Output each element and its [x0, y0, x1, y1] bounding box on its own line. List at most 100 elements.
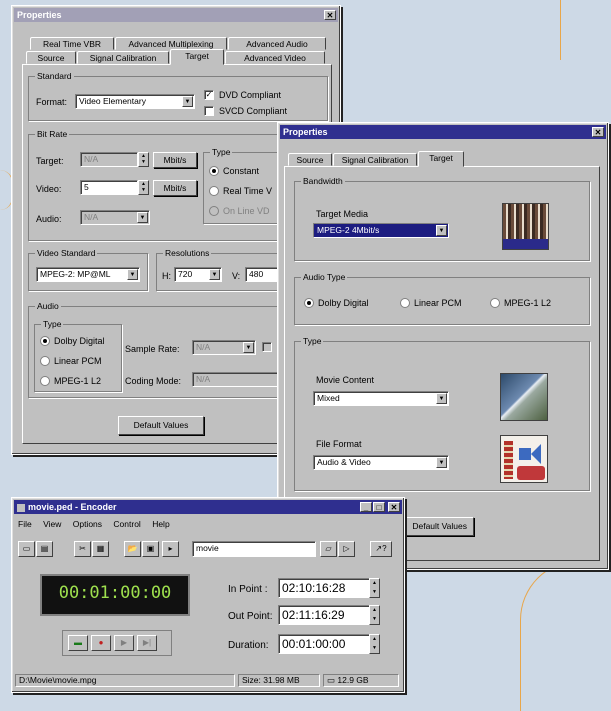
- window-title: Properties: [283, 127, 328, 137]
- chevron-down-icon[interactable]: ▼: [436, 457, 447, 468]
- movie-content-select[interactable]: Mixed ▼: [313, 391, 449, 406]
- chevron-down-icon[interactable]: ▼: [436, 225, 447, 236]
- stop-icon[interactable]: ▬: [68, 635, 88, 651]
- window-title: Properties: [17, 10, 62, 20]
- browse-icon[interactable]: ▱: [320, 541, 337, 557]
- duration-field[interactable]: 00:01:00:00: [278, 634, 370, 654]
- minimize-button[interactable]: _: [360, 502, 372, 512]
- duration-spinner[interactable]: ▲ ▼: [369, 634, 380, 654]
- film-strip-icon: [502, 203, 549, 250]
- menu-control[interactable]: Control: [113, 519, 140, 529]
- in-point-field[interactable]: 02:10:16:28: [278, 578, 370, 598]
- encoder-window: movie.ped - Encoder _ □ ✕ File View Opti…: [11, 497, 405, 693]
- audio-option-checkbox[interactable]: [262, 342, 272, 352]
- tab-source[interactable]: Source: [288, 153, 332, 166]
- target-media-select[interactable]: MPEG-2 4Mbit/s ▼: [313, 223, 449, 238]
- bg-line-top: [560, 0, 561, 60]
- linear-pcm-radio[interactable]: [40, 356, 50, 366]
- video-mbps-button[interactable]: Mbit/s: [153, 180, 197, 196]
- file-format-select[interactable]: Audio & Video ▼: [313, 455, 449, 470]
- movie-content-value: Mixed: [317, 393, 340, 403]
- linear-pcm-radio[interactable]: [400, 298, 410, 308]
- realtime-radio[interactable]: [209, 186, 219, 196]
- grid-icon[interactable]: ▦: [92, 541, 109, 557]
- coding-mode-select[interactable]: N/A: [192, 372, 282, 387]
- save-icon[interactable]: ▣: [142, 541, 159, 557]
- step-icon[interactable]: ▶|: [137, 635, 157, 651]
- menu-options[interactable]: Options: [73, 519, 102, 529]
- coding-mode-label: Coding Mode:: [125, 376, 182, 386]
- constant-radio[interactable]: [209, 166, 219, 176]
- menu-view[interactable]: View: [43, 519, 61, 529]
- audio-video-icon: [500, 435, 548, 483]
- online-radio[interactable]: [209, 206, 219, 216]
- open-icon[interactable]: 📂: [124, 541, 141, 557]
- chevron-down-icon[interactable]: ▼: [137, 212, 148, 223]
- linear-pcm-label: Linear PCM: [54, 356, 102, 366]
- file-format-label: File Format: [316, 439, 362, 449]
- title-bar: Properties ✕: [14, 8, 338, 22]
- menu-bar: File View Options Control Help: [18, 519, 179, 529]
- online-label: On Line VD: [223, 206, 270, 216]
- target-spinner[interactable]: ▲ ▼: [138, 152, 149, 167]
- folder-icon[interactable]: ▸: [162, 541, 179, 557]
- audio-bitrate-select[interactable]: N/A ▼: [80, 210, 150, 225]
- chevron-down-icon[interactable]: ▼: [182, 96, 193, 107]
- tab-target[interactable]: Target: [170, 49, 224, 65]
- duration-label: Duration:: [228, 640, 269, 651]
- timecode-display: 00:01:00:00: [58, 583, 172, 603]
- out-point-field[interactable]: 02:11:16:29: [278, 605, 370, 625]
- disk-icon: ▭: [327, 675, 336, 685]
- target-media-value: MPEG-2 4Mbit/s: [317, 225, 380, 235]
- menu-help[interactable]: Help: [152, 519, 169, 529]
- record-icon[interactable]: ●: [91, 635, 111, 651]
- tab-target[interactable]: Target: [418, 151, 464, 167]
- chevron-down-icon[interactable]: ▼: [436, 393, 447, 404]
- tab-advanced-audio[interactable]: Advanced Audio: [228, 37, 326, 50]
- in-point-spinner[interactable]: ▲ ▼: [369, 578, 380, 598]
- chevron-down-icon[interactable]: ▼: [127, 269, 138, 280]
- tab-signal-calibration[interactable]: Signal Calibration: [77, 51, 169, 64]
- chevron-down-icon[interactable]: ▼: [243, 342, 254, 353]
- tab-source[interactable]: Source: [26, 51, 76, 64]
- chevron-down-icon[interactable]: ▼: [209, 269, 220, 280]
- menu-file[interactable]: File: [18, 519, 32, 529]
- new-icon[interactable]: ▭: [18, 541, 35, 557]
- video-spinner[interactable]: ▲ ▼: [138, 180, 149, 195]
- format-select[interactable]: Video Elementary ▼: [75, 94, 195, 109]
- target-field[interactable]: N/A: [80, 152, 138, 167]
- target-mbps-button[interactable]: Mbit/s: [153, 152, 197, 168]
- play-icon[interactable]: ▷: [338, 541, 355, 557]
- cut-icon[interactable]: ✂: [74, 541, 91, 557]
- filename-field[interactable]: movie: [192, 541, 316, 557]
- out-point-spinner[interactable]: ▲ ▼: [369, 605, 380, 625]
- audio-label: Audio:: [36, 214, 62, 224]
- mpeg1-l2-radio[interactable]: [40, 376, 50, 386]
- video-standard-select[interactable]: MPEG-2: MP@ML ▼: [36, 267, 140, 282]
- coding-mode-value: N/A: [196, 374, 211, 384]
- pause-icon[interactable]: ▶: [114, 635, 134, 651]
- dvd-compliant-checkbox[interactable]: ✓: [204, 90, 214, 100]
- tab-signal-calibration[interactable]: Signal Calibration: [333, 153, 417, 166]
- help-button[interactable]: ↗?: [370, 541, 392, 557]
- h-resolution-select[interactable]: 720 ▼: [174, 267, 222, 282]
- audio-bitrate-value: N/A: [84, 212, 99, 222]
- constant-label: Constant: [223, 166, 260, 176]
- tab-real-time-vbr[interactable]: Real Time VBR: [30, 37, 114, 50]
- video-label: Video:: [36, 184, 62, 194]
- close-button[interactable]: ✕: [324, 10, 336, 20]
- mpeg1-l2-radio[interactable]: [490, 298, 500, 308]
- tab-advanced-video[interactable]: Advanced Video: [225, 51, 325, 64]
- film-icon[interactable]: ▤: [36, 541, 53, 557]
- audio-type-label: Audio Type: [301, 272, 348, 282]
- dolby-digital-radio[interactable]: [304, 298, 314, 308]
- video-bitrate-field[interactable]: 5: [80, 180, 138, 195]
- maximize-button[interactable]: □: [373, 502, 385, 512]
- out-point-label: Out Point:: [228, 611, 273, 622]
- sample-rate-select[interactable]: N/A ▼: [192, 340, 256, 355]
- dolby-digital-radio[interactable]: [40, 336, 50, 346]
- svcd-compliant-checkbox[interactable]: [204, 106, 214, 116]
- close-button[interactable]: ✕: [592, 127, 604, 137]
- default-values-button[interactable]: Default Values: [118, 416, 204, 435]
- close-button[interactable]: ✕: [388, 502, 400, 512]
